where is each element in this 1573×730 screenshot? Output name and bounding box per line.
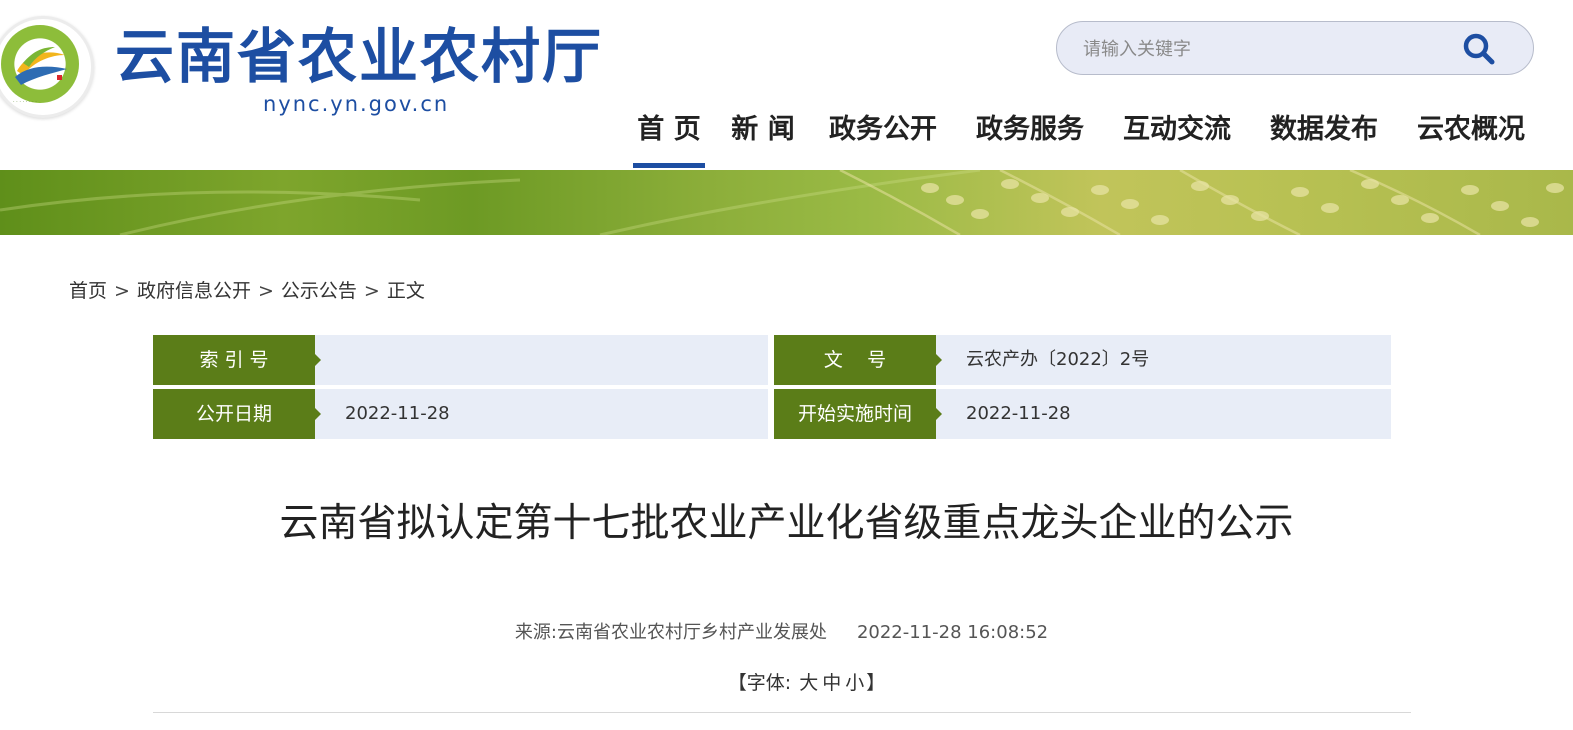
site-domain: nync.yn.gov.cn	[263, 92, 450, 116]
content-divider	[153, 712, 1411, 713]
font-size-large[interactable]: 大	[799, 672, 818, 694]
article-source-line: 来源:云南省农业农村厅乡村产业发展处 2022-11-28 16:08:52	[0, 618, 1563, 644]
rice-field-banner-illustration	[0, 170, 1564, 235]
breadcrumb-separator: >	[363, 280, 380, 302]
meta-label: 文 号	[774, 335, 942, 385]
site-header: · · · · · · · · 云南省农业农村厅 nync.yn.gov.cn …	[0, 0, 1573, 170]
source-label: 来源:	[514, 622, 557, 643]
site-title[interactable]: 云南省农业农村厅	[115, 22, 603, 92]
meta-value: 2022-11-28	[345, 403, 450, 424]
banner-image	[0, 170, 1573, 235]
meta-value: 2022-11-28	[966, 403, 1071, 424]
nav-item-gov-services[interactable]: 政务服务	[974, 108, 1086, 168]
source-name: 云南省农业农村厅乡村产业发展处	[556, 622, 827, 643]
search-box	[1056, 21, 1534, 75]
breadcrumb-gov-info[interactable]: 政府信息公开	[137, 280, 251, 302]
nav-item-data-release[interactable]: 数据发布	[1268, 108, 1380, 168]
meta-index-no: 索 引 号	[153, 335, 768, 385]
logo-leaf-icon	[15, 47, 67, 85]
site-logo-icon[interactable]: · · · · · · · ·	[0, 16, 94, 118]
meta-value: 云农产办〔2022〕2号	[966, 349, 1150, 370]
font-size-medium[interactable]: 中	[822, 672, 841, 694]
meta-label: 索 引 号	[153, 335, 321, 385]
breadcrumb-announcements[interactable]: 公示公告	[281, 280, 357, 302]
font-size-control: 【字体: 大中小】	[0, 668, 1573, 695]
breadcrumb-separator: >	[114, 280, 130, 302]
search-icon[interactable]	[1461, 31, 1497, 67]
breadcrumb-current: 正文	[386, 280, 425, 302]
article-title: 云南省拟认定第十七批农业产业化省级重点龙头企业的公示	[279, 501, 1294, 546]
font-size-prefix: 【字体:	[727, 672, 792, 694]
breadcrumb: 首页 > 政府信息公开 > 公示公告 > 正文	[69, 276, 425, 303]
meta-publish-date: 公开日期 2022-11-28	[153, 389, 768, 439]
nav-item-news[interactable]: 新 闻	[730, 108, 796, 168]
meta-doc-no: 文 号 云农产办〔2022〕2号	[774, 335, 1391, 385]
nav-item-interaction[interactable]: 互动交流	[1121, 108, 1233, 168]
breadcrumb-separator: >	[257, 280, 274, 302]
document-meta-table: 索 引 号 文 号 云农产办〔2022〕2号 公开日期 2022-11-28 开…	[153, 335, 1391, 439]
nav-item-gov-affairs-open[interactable]: 政务公开	[827, 108, 939, 168]
breadcrumb-home[interactable]: 首页	[69, 280, 107, 302]
meta-label: 公开日期	[153, 389, 321, 439]
nav-item-home[interactable]: 首 页	[633, 108, 705, 168]
publish-datetime: 2022-11-28 16:08:52	[856, 622, 1049, 643]
font-size-small[interactable]: 小	[845, 672, 864, 694]
font-size-suffix: 】	[866, 672, 886, 694]
search-input[interactable]	[1081, 32, 1445, 66]
meta-effective-date: 开始实施时间 2022-11-28	[774, 389, 1391, 439]
nav-item-overview[interactable]: 云农概况	[1415, 108, 1527, 168]
meta-label: 开始实施时间	[774, 389, 942, 439]
logo-tiny-text: · · · · · · · ·	[13, 99, 37, 105]
